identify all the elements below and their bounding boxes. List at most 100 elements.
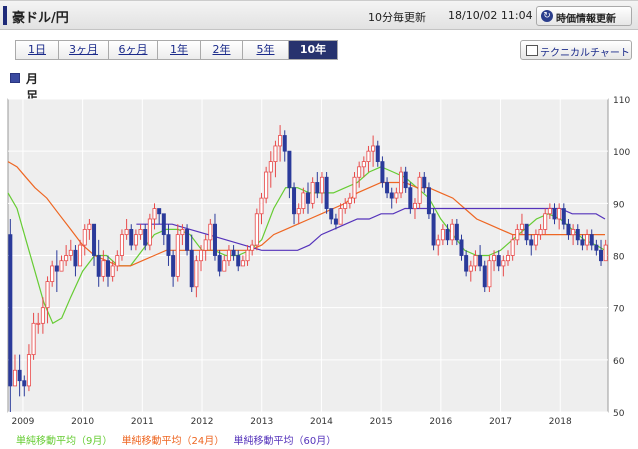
candle-body (82, 229, 87, 246)
tab-5y[interactable]: 5年 (243, 41, 289, 59)
candle-body (124, 229, 129, 236)
refresh-label: 時価情報更新 (556, 14, 616, 25)
x-tick-label: 2018 (549, 417, 572, 427)
candle-body (161, 213, 166, 236)
candle-body (166, 234, 171, 256)
candle-body (310, 182, 315, 204)
candle-body (319, 176, 324, 194)
candle-body (324, 176, 329, 209)
candle-body (440, 229, 445, 241)
x-tick-label: 2017 (489, 417, 512, 427)
x-tick-label: 2010 (71, 417, 94, 427)
candle-body (361, 161, 366, 168)
y-tick-label: 80 (613, 253, 625, 263)
candle-body (17, 369, 22, 382)
candle-body (73, 249, 78, 267)
candle-body (96, 255, 101, 277)
legend-ma60: 単純移動平均（60月） (233, 436, 337, 447)
y-tick-label: 60 (613, 357, 625, 367)
candle-body (338, 208, 343, 225)
refresh-icon: ↻ (541, 10, 553, 22)
x-tick-label: 2015 (370, 417, 393, 427)
candle-body (519, 223, 524, 230)
tab-10y[interactable]: 10年 (289, 41, 337, 59)
candle-body (50, 265, 55, 282)
candle-body (487, 260, 492, 288)
candle-body (45, 281, 50, 309)
candle-body (589, 234, 594, 246)
candle-body (459, 239, 464, 256)
candle-body (445, 229, 450, 241)
legend-ma24: 単純移動平均（24月） (121, 436, 225, 447)
candle-body (375, 145, 380, 163)
legend-ma9: 単純移動平均（9月） (16, 436, 113, 447)
tab-3m[interactable]: 3ヶ月 (59, 41, 109, 59)
tab-1y[interactable]: 1年 (158, 41, 201, 59)
legend: 単純移動平均（9月） 単純移動平均（24月） 単純移動平均（60月） (16, 432, 342, 447)
candle-body (212, 223, 217, 256)
header-accent (3, 6, 7, 25)
candle-body (268, 161, 273, 173)
candle-body (115, 255, 120, 267)
price-chart: 50 60 70 80 90 100 110 2009 2010 2011 2012 2013 201… (7, 96, 630, 427)
technical-chart-button[interactable]: テクニカルチャート (520, 40, 632, 60)
x-tick-label: 2014 (310, 417, 333, 427)
candle-body (399, 171, 404, 194)
candle-body (333, 218, 338, 225)
candle-body (68, 249, 73, 256)
candle-body (119, 234, 124, 256)
candle-body (403, 171, 408, 189)
candle-body (217, 255, 222, 272)
header-bar: 豪ドル/円 10分毎更新 18/10/02 11:04 ↻ 時価情報更新 (0, 0, 638, 30)
candle-body (222, 260, 227, 272)
candle-body (59, 260, 64, 272)
candle-body (259, 197, 264, 215)
candle-body (599, 249, 604, 262)
candle-body (482, 265, 487, 288)
candle-body (492, 255, 497, 262)
candle-body (194, 260, 199, 288)
candle-body (292, 187, 297, 215)
x-axis: 2009 2010 2011 2012 2013 2014 2015 2016 2017 2018 (11, 417, 571, 427)
candle-body (426, 187, 431, 215)
y-tick-label: 70 (613, 305, 625, 315)
candle-body (138, 229, 143, 236)
candle-body (254, 213, 259, 246)
tab-2y[interactable]: 2年 (201, 41, 243, 59)
x-tick-label: 2013 (250, 417, 273, 427)
candle-body (478, 255, 483, 267)
y-tick-label: 90 (613, 200, 625, 210)
candle-body (380, 161, 385, 183)
candle-body (454, 223, 459, 241)
x-tick-label: 2016 (429, 417, 452, 427)
candle-body (110, 265, 115, 277)
update-frequency: 10分毎更新 (368, 11, 426, 24)
candle-body (464, 255, 469, 272)
candle-body (185, 229, 190, 251)
candle-body (106, 260, 111, 277)
candle-body (450, 223, 455, 241)
candle-body (171, 255, 176, 277)
candle-body (408, 187, 413, 209)
candle-body (366, 150, 371, 163)
candle-body (431, 213, 436, 246)
candle-body (594, 244, 599, 251)
candle-body (371, 145, 376, 152)
window-icon (526, 45, 538, 56)
candle-body (385, 182, 390, 194)
candle-body (412, 202, 417, 209)
candle-body (538, 229, 543, 236)
candle-body (547, 208, 552, 215)
candle-body (101, 260, 106, 277)
candle-body (436, 239, 441, 246)
candle-body (273, 145, 278, 163)
candle-body (515, 229, 520, 241)
refresh-button[interactable]: ↻ 時価情報更新 (536, 6, 632, 26)
candle-body (92, 223, 97, 256)
candle-body (175, 234, 180, 277)
tab-1d[interactable]: 1日 (16, 41, 59, 59)
x-tick-label: 2012 (191, 417, 214, 427)
tab-6m[interactable]: 6ヶ月 (109, 41, 158, 59)
candle-body (422, 176, 427, 189)
candle-body (305, 192, 310, 204)
